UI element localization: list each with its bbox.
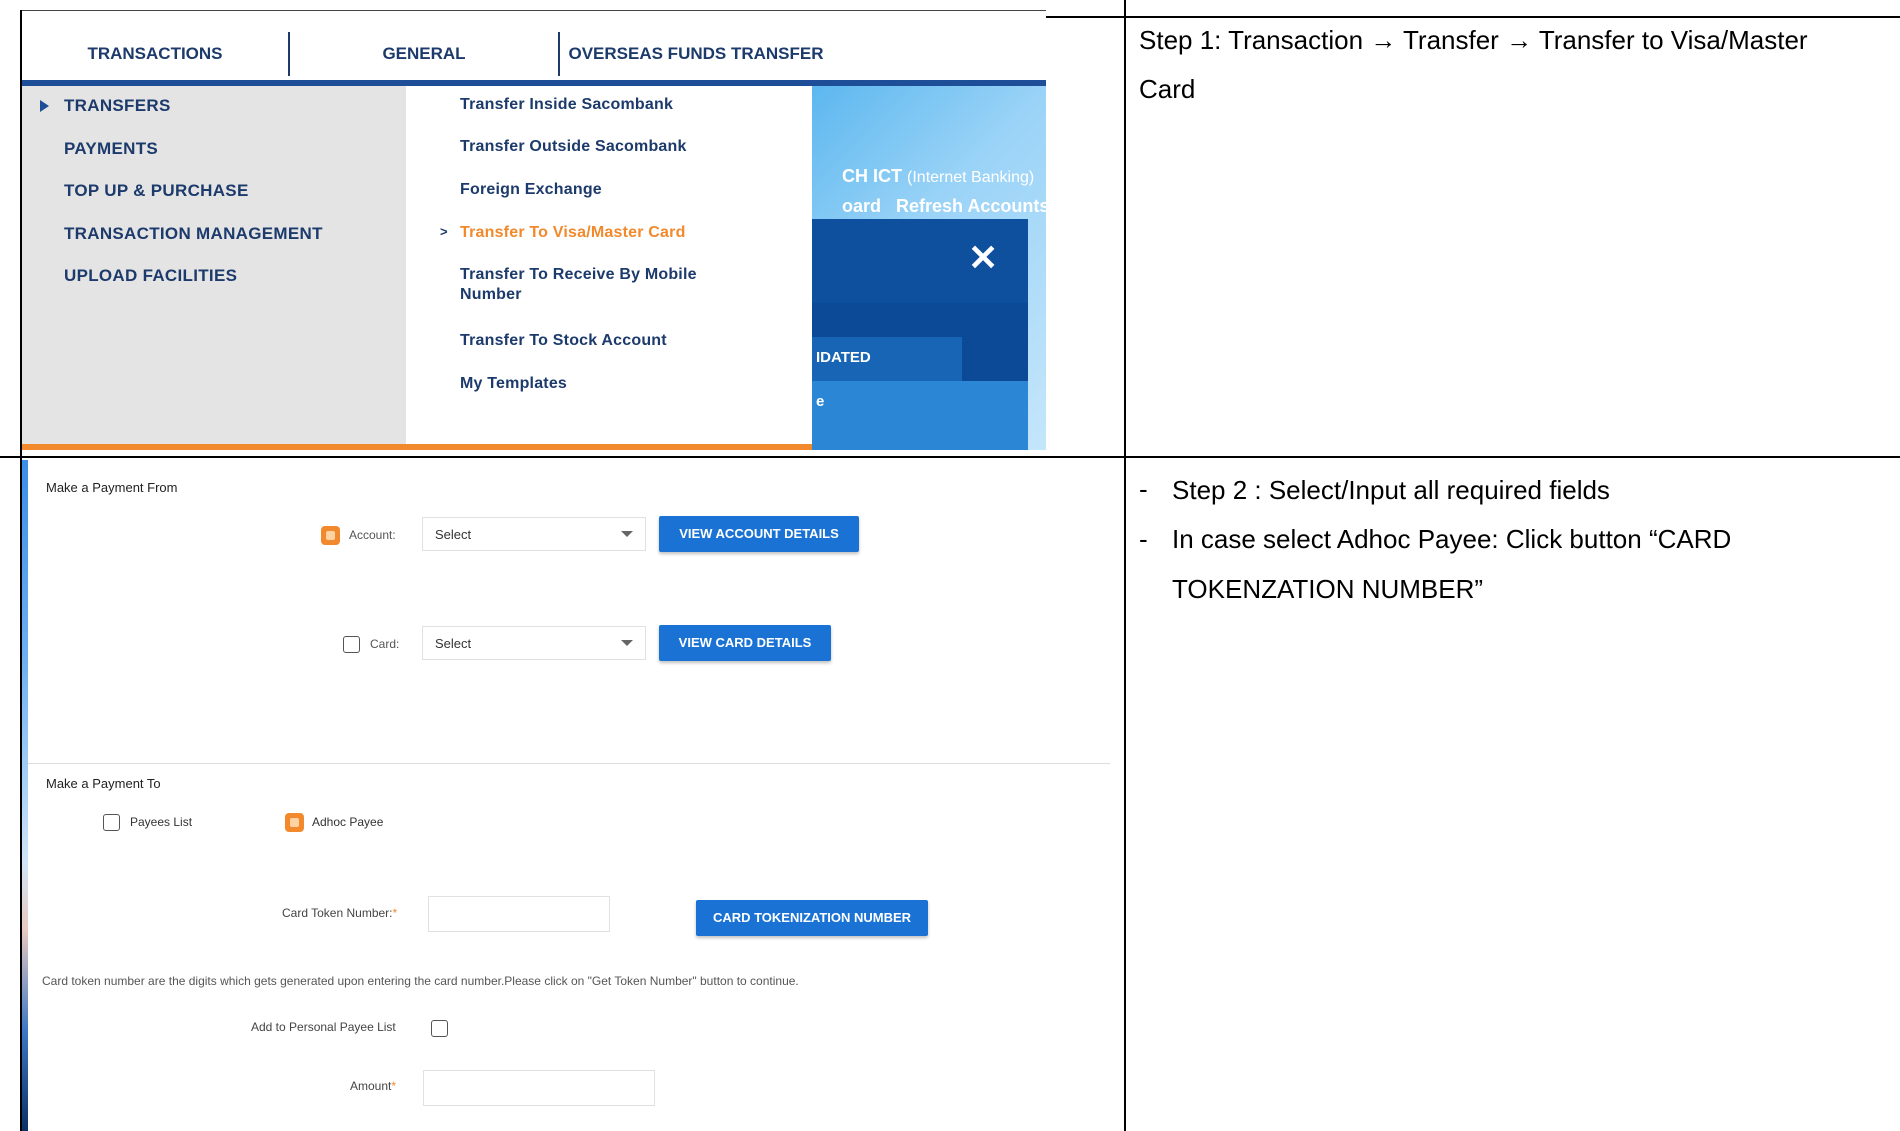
card-select[interactable]: Select: [422, 626, 646, 660]
payment-to-title: Make a Payment To: [46, 776, 161, 791]
submenu-transfer-mobile[interactable]: Transfer To Receive By Mobile: [460, 266, 697, 284]
card-token-label: Card Token Number:*: [282, 906, 397, 920]
amount-label: Amount*: [350, 1079, 396, 1093]
required-marker: *: [392, 906, 398, 920]
payees-list-radio[interactable]: [103, 814, 120, 831]
step2-label: Step 2: [1172, 475, 1248, 505]
table-col-divider: [1124, 0, 1126, 1131]
menu-item-top-up-purchase[interactable]: TOP UP & PURCHASE: [64, 181, 249, 201]
dialog-tab[interactable]: IDATED: [812, 337, 962, 381]
submenu-transfer-visa-master[interactable]: Transfer To Visa/Master Card: [460, 224, 686, 242]
card-select-value: Select: [435, 636, 472, 651]
card-token-input[interactable]: [428, 896, 610, 932]
step1-screenshot: CH ICT (Internet Banking) oard Refresh A…: [22, 16, 1046, 450]
chevron-down-icon: [621, 640, 633, 646]
menu-bottom-accent: [22, 444, 812, 450]
caret-right-icon: [40, 100, 49, 112]
bg-text-ch-ict: CH ICT: [842, 166, 902, 186]
bg-text-refresh-accounts: Refresh Accounts: [896, 196, 1046, 216]
table-row-divider: [0, 456, 1900, 458]
menu-item-payments[interactable]: PAYMENTS: [64, 139, 158, 159]
submenu-foreign-exchange[interactable]: Foreign Exchange: [460, 181, 602, 199]
view-card-details-button[interactable]: VIEW CARD DETAILS: [659, 625, 831, 661]
submenu-transfer-stock[interactable]: Transfer To Stock Account: [460, 332, 667, 350]
submenu-transfer-mobile-cont[interactable]: Number: [460, 286, 522, 304]
menu-item-transaction-management[interactable]: TRANSACTION MANAGEMENT: [64, 224, 323, 244]
account-select[interactable]: Select: [422, 517, 646, 551]
card-tokenization-button[interactable]: CARD TOKENIZATION NUMBER: [696, 900, 928, 936]
view-account-details-button[interactable]: VIEW ACCOUNT DETAILS: [659, 516, 859, 552]
step1-text: : Transaction → Transfer → Transfer to V…: [1214, 25, 1808, 55]
bullet-dash: -: [1139, 524, 1148, 554]
step1-label: Step 1: [1139, 25, 1215, 55]
step2-adhoc-text-cont: TOKENZATION NUMBER”: [1172, 573, 1484, 604]
add-payee-checkbox[interactable]: [431, 1020, 448, 1037]
submenu-transfer-outside[interactable]: Transfer Outside Sacombank: [460, 138, 687, 156]
chevron-down-icon: [621, 531, 633, 537]
dialog-panel: ✕ IDATED e: [812, 219, 1028, 450]
top-navigation: TRANSACTIONS GENERAL OVERSEAS FUNDS TRAN…: [22, 28, 1046, 80]
menu-item-transfers[interactable]: TRANSFERS: [64, 96, 171, 116]
submenu-my-templates[interactable]: My Templates: [460, 375, 567, 393]
tab-general[interactable]: GENERAL: [290, 28, 558, 80]
amount-label-text: Amount: [350, 1079, 392, 1093]
step2-adhoc-text: In case select Adhoc Payee: Click button…: [1172, 524, 1732, 555]
bullet-dash: -: [1139, 474, 1148, 504]
token-help-text: Card token number are the digits which g…: [42, 974, 799, 988]
payment-from-title: Make a Payment From: [46, 480, 178, 495]
required-marker: *: [391, 1079, 397, 1093]
amount-input[interactable]: [423, 1070, 655, 1106]
adhoc-payee-label: Adhoc Payee: [312, 815, 384, 829]
step1-instruction: Step 1: Transaction → Transfer → Transfe…: [1139, 16, 1899, 115]
chevron-right-icon: >: [440, 224, 448, 239]
left-accent-strip: [22, 460, 28, 1131]
table-top-border-left: [22, 10, 1046, 11]
step2-screenshot: Make a Payment From Account: Select VIEW…: [22, 460, 1110, 1131]
section-divider: [28, 763, 1110, 764]
step2-text: : Select/Input all required fields: [1247, 475, 1610, 505]
menu-item-upload-facilities[interactable]: UPLOAD FACILITIES: [64, 266, 237, 286]
dialog-tab-label: IDATED: [816, 349, 871, 366]
step2-instruction: Step 2 : Select/Input all required field…: [1172, 466, 1892, 614]
submenu-transfer-inside[interactable]: Transfer Inside Sacombank: [460, 96, 673, 114]
card-token-label-text: Card Token Number:: [282, 906, 393, 920]
account-radio[interactable]: [321, 526, 340, 545]
card-radio[interactable]: [343, 636, 360, 653]
dialog-lower-text: e: [816, 393, 825, 410]
add-payee-label: Add to Personal Payee List: [251, 1020, 396, 1034]
account-select-value: Select: [435, 527, 472, 542]
close-icon[interactable]: ✕: [968, 237, 998, 279]
step1-text-cont: Card: [1139, 74, 1196, 105]
payees-list-label: Payees List: [130, 815, 193, 829]
bg-text-internet-banking: (Internet Banking): [907, 169, 1035, 186]
tab-transactions[interactable]: TRANSACTIONS: [22, 28, 288, 80]
bg-text-oard: oard: [842, 196, 882, 216]
tab-overseas-funds-transfer[interactable]: OVERSEAS FUNDS TRANSFER: [560, 28, 832, 80]
adhoc-payee-radio[interactable]: [285, 813, 304, 832]
card-label: Card:: [370, 637, 400, 651]
account-label: Account:: [349, 528, 396, 542]
